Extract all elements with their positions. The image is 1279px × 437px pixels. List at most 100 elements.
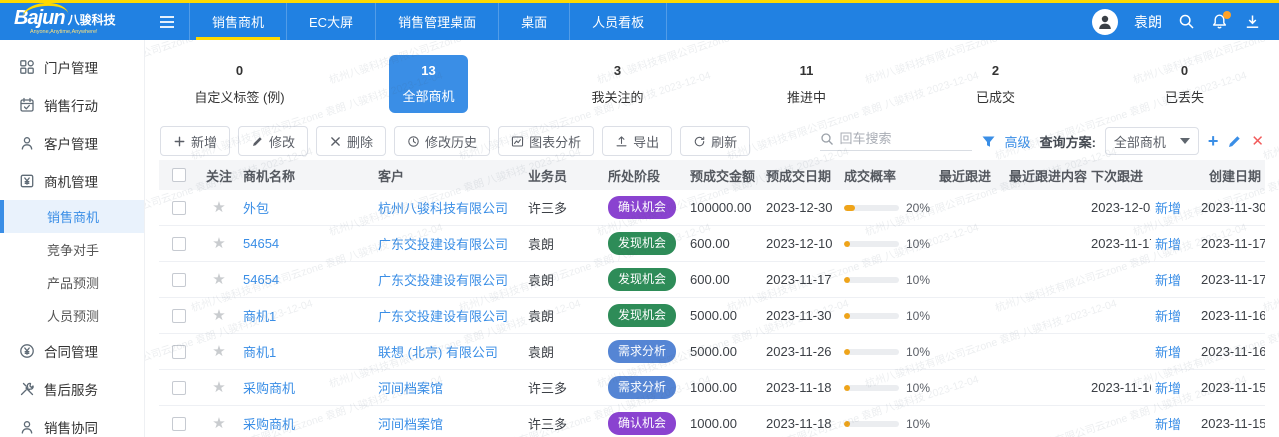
filter-tab[interactable]: 0自定义标签 (例): [145, 63, 334, 106]
sidebar-item[interactable]: 合同管理: [0, 332, 144, 370]
yencircle-icon: [19, 343, 35, 359]
progress-fill: [844, 385, 850, 391]
sidebar-item[interactable]: 销售行动: [0, 86, 144, 124]
customer-link[interactable]: 广东交投建设有限公司: [378, 273, 508, 288]
nav-tab[interactable]: EC大屏: [286, 3, 375, 40]
customer-link[interactable]: 广东交投建设有限公司: [378, 309, 508, 324]
row-checkbox[interactable]: [172, 381, 186, 395]
filter-funnel-icon[interactable]: [981, 134, 996, 149]
图表分析-button[interactable]: 图表分析: [498, 126, 594, 156]
sidebar-item-label: 门户管理: [44, 57, 98, 77]
star-icon[interactable]: ★: [212, 344, 225, 359]
sidebar-subitem[interactable]: 销售商机: [0, 200, 144, 233]
opportunity-name-link[interactable]: 外包: [243, 201, 269, 216]
nav-tab[interactable]: 人员看板: [569, 3, 667, 40]
opportunity-name-link[interactable]: 54654: [243, 272, 279, 287]
add-followup-link[interactable]: 新增: [1155, 201, 1181, 216]
add-followup-link[interactable]: 新增: [1155, 417, 1181, 432]
sidebar-item[interactable]: 售后服务: [0, 370, 144, 408]
customer-link[interactable]: 河间档案馆: [378, 381, 443, 396]
star-icon[interactable]: ★: [212, 380, 225, 395]
row-checkbox[interactable]: [172, 309, 186, 323]
advanced-search-link[interactable]: 高级: [1005, 132, 1031, 151]
row-checkbox[interactable]: [172, 201, 186, 215]
hamburger-menu-icon[interactable]: [145, 3, 189, 40]
删除-button[interactable]: 删除: [316, 126, 386, 156]
filter-tab[interactable]: 13 全部商机: [389, 55, 467, 113]
download-icon[interactable]: [1244, 13, 1261, 30]
user-name[interactable]: 袁朗: [1134, 12, 1162, 32]
row-checkbox[interactable]: [172, 345, 186, 359]
sidebar-subitem[interactable]: 产品预测: [0, 266, 144, 299]
customer-link[interactable]: 杭州八骏科技有限公司: [378, 201, 508, 216]
amount-cell: 1000.00: [686, 416, 762, 431]
sidebar-item[interactable]: 门户管理: [0, 48, 144, 86]
created-date-cell: 2023-11-17: [1197, 272, 1265, 287]
filter-tab[interactable]: 11推进中: [712, 63, 901, 106]
opportunity-name-link[interactable]: 商机1: [243, 309, 276, 324]
filter-tab-label: 已成交: [976, 87, 1015, 106]
customer-link[interactable]: 广东交投建设有限公司: [378, 237, 508, 252]
query-plan-select[interactable]: 全部商机: [1105, 127, 1199, 155]
row-checkbox[interactable]: [172, 417, 186, 431]
search-input[interactable]: [840, 131, 972, 146]
filter-tab[interactable]: 3我关注的: [523, 63, 712, 106]
row-checkbox[interactable]: [172, 237, 186, 251]
bell-icon[interactable]: [1211, 13, 1228, 30]
nav-tab[interactable]: 桌面: [498, 3, 569, 40]
add-followup-link[interactable]: 新增: [1155, 237, 1181, 252]
nav-tab[interactable]: 销售管理桌面: [375, 3, 498, 40]
edit-query-plan-icon[interactable]: [1227, 134, 1242, 149]
filter-tab-inner: 11推进中: [787, 63, 826, 106]
opportunity-name-link[interactable]: 采购商机: [243, 381, 295, 396]
star-icon[interactable]: ★: [212, 236, 225, 251]
column-header: 客户: [374, 166, 524, 185]
add-followup-link[interactable]: 新增: [1155, 381, 1181, 396]
nav-tab[interactable]: 销售商机: [189, 3, 286, 40]
opportunity-name-cell: 商机1: [239, 306, 374, 325]
add-query-plan-icon[interactable]: +: [1208, 132, 1219, 150]
avatar[interactable]: [1092, 9, 1118, 35]
nav-tab-label: 桌面: [521, 12, 547, 31]
刷新-button[interactable]: 刷新: [680, 126, 750, 156]
progress-track: [844, 313, 899, 319]
filter-tab-count: 13: [421, 63, 435, 78]
filter-tab-label: 全部商机: [402, 86, 454, 105]
opportunity-name-link[interactable]: 采购商机: [243, 417, 295, 432]
sidebar-subitem[interactable]: 人员预测: [0, 299, 144, 332]
search-icon[interactable]: [1178, 13, 1195, 30]
toolbar-right: 高级 查询方案: 全部商机 + ✕: [820, 127, 1264, 155]
row-checkbox[interactable]: [172, 273, 186, 287]
sidebar-item[interactable]: 客户管理: [0, 124, 144, 162]
customer-link[interactable]: 河间档案馆: [378, 417, 443, 432]
sidebar-item[interactable]: 商机管理: [0, 162, 144, 200]
修改历史-button[interactable]: 修改历史: [394, 126, 490, 156]
修改-button[interactable]: 修改: [238, 126, 308, 156]
customer-link[interactable]: 联想 (北京) 有限公司: [378, 345, 498, 360]
导出-button[interactable]: 导出: [602, 126, 672, 156]
filter-tab[interactable]: 2已成交: [901, 63, 1090, 106]
sidebar-subitem[interactable]: 竞争对手: [0, 233, 144, 266]
opportunity-name-link[interactable]: 商机1: [243, 345, 276, 360]
delete-query-plan-icon[interactable]: ✕: [1251, 132, 1264, 150]
add-followup-link[interactable]: 新增: [1155, 273, 1181, 288]
button-label: 修改: [269, 132, 295, 151]
opportunity-name-link[interactable]: 54654: [243, 236, 279, 251]
opportunity-name-cell: 54654: [239, 272, 374, 287]
star-icon[interactable]: ★: [212, 416, 225, 431]
probability-cell: 20%: [840, 201, 935, 215]
star-icon[interactable]: ★: [212, 272, 225, 287]
star-icon[interactable]: ★: [212, 308, 225, 323]
filter-tab[interactable]: 0已丢失: [1090, 63, 1279, 106]
star-icon[interactable]: ★: [212, 200, 225, 215]
row-star-cell: ★: [199, 236, 239, 251]
select-all-checkbox[interactable]: [172, 168, 186, 182]
stage-badge: 确认机会: [608, 196, 676, 218]
row-star-cell: ★: [199, 200, 239, 215]
sidebar-subitem-label: 产品预测: [47, 273, 99, 292]
created-date-cell: 2023-11-30: [1197, 200, 1265, 215]
add-followup-link[interactable]: 新增: [1155, 345, 1181, 360]
新增-button[interactable]: 新增: [160, 126, 230, 156]
sidebar-item[interactable]: 销售协同: [0, 408, 144, 437]
add-followup-link[interactable]: 新增: [1155, 309, 1181, 324]
